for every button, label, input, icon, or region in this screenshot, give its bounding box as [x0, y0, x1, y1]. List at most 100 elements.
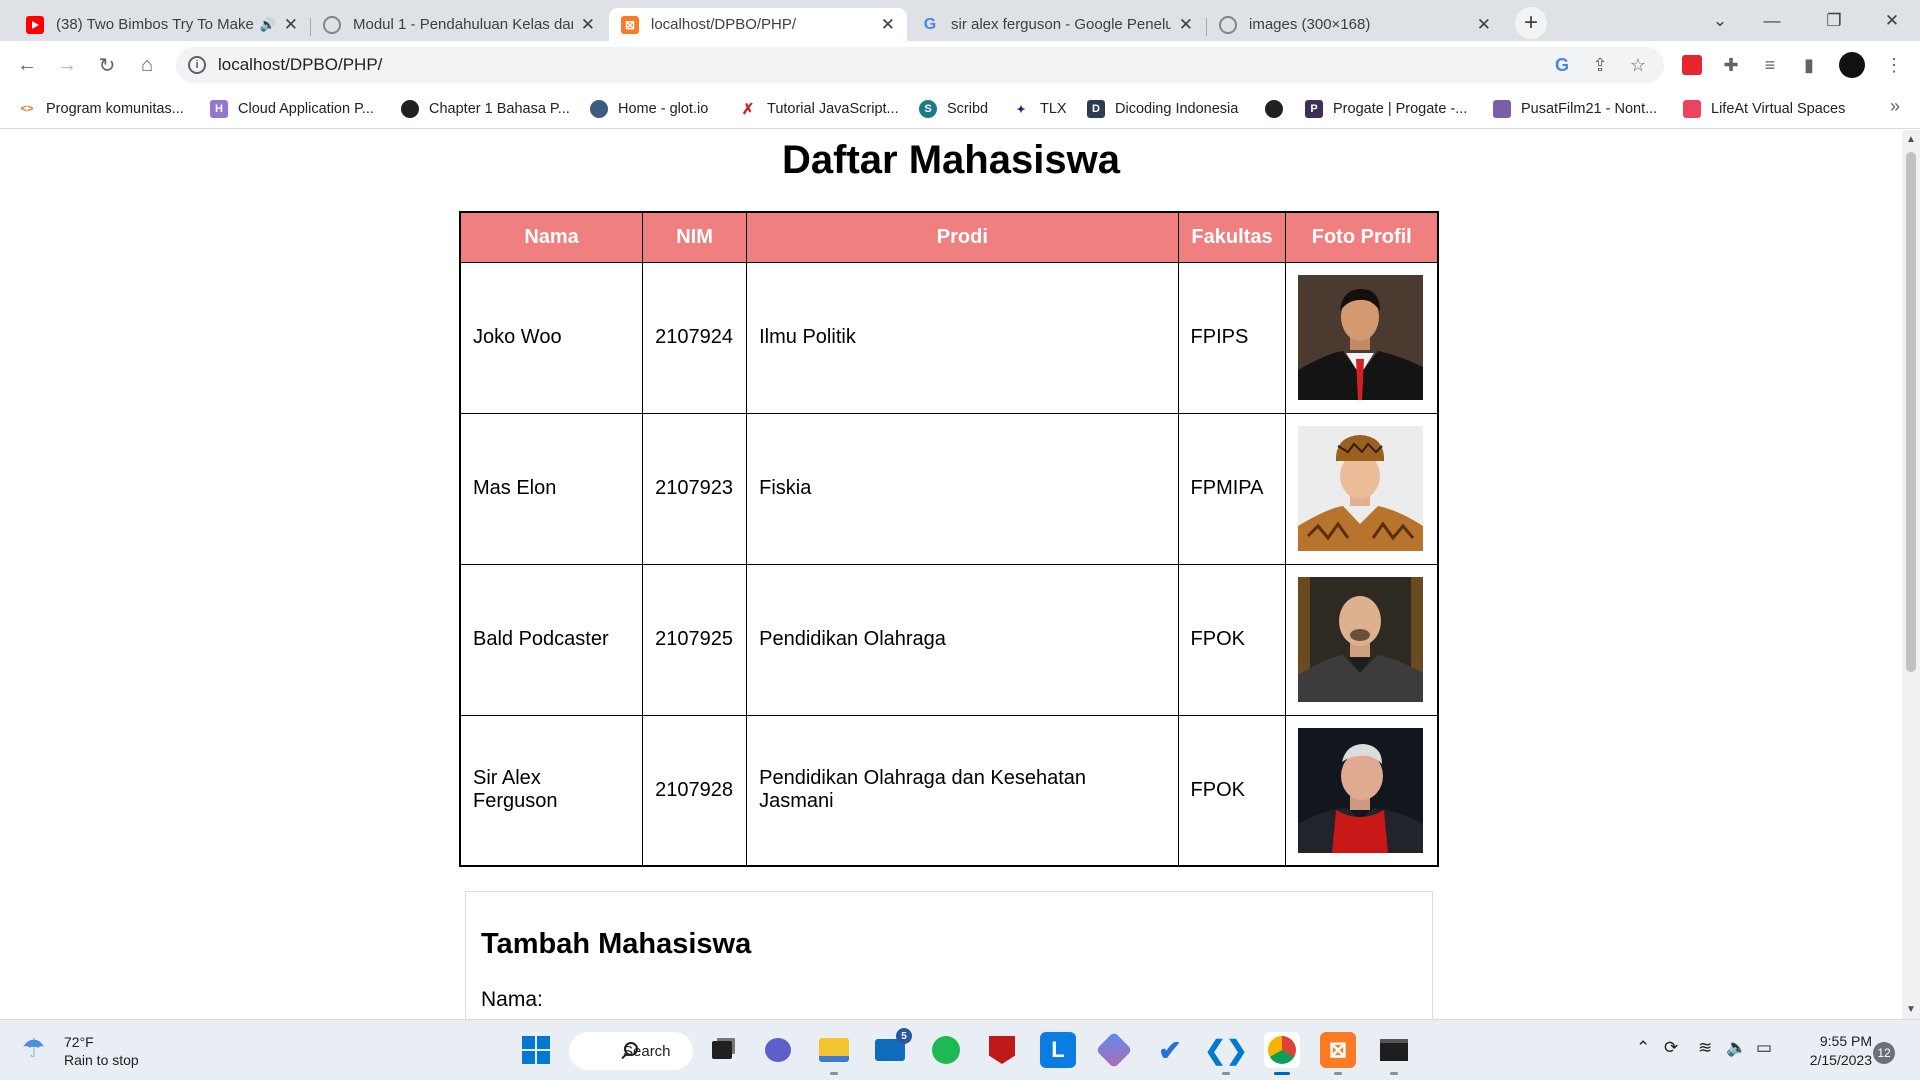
xampp-icon[interactable]: ⊠	[1320, 1032, 1356, 1068]
cell-fakultas: FPOK	[1177, 714, 1287, 867]
chrome-icon[interactable]	[1264, 1032, 1300, 1068]
cell-nim: 2107928	[642, 714, 748, 867]
terminal-icon[interactable]	[1376, 1032, 1412, 1068]
menu-kebab-icon[interactable]: ⋮	[1880, 51, 1908, 79]
google-lens-icon[interactable]: G	[1550, 53, 1574, 77]
minimize-icon[interactable]: —	[1744, 0, 1800, 41]
extensions-puzzle-icon[interactable]: ✚	[1717, 51, 1745, 79]
system-clock[interactable]: 9:55 PM 2/15/2023	[1792, 1032, 1872, 1070]
bookmark-label: Home - glot.io	[618, 101, 709, 117]
spotify-icon[interactable]	[928, 1032, 964, 1068]
mendeley-extension-icon[interactable]	[1678, 51, 1706, 79]
battery-icon[interactable]: ▭	[1756, 1038, 1772, 1058]
reload-icon[interactable]: ↻	[92, 50, 122, 80]
add-student-form: Tambah Mahasiswa Nama:	[465, 891, 1433, 1019]
tab-modul[interactable]: Modul 1 - Pendahuluan Kelas dar ✕	[311, 8, 607, 41]
close-tab-icon[interactable]: ✕	[1179, 15, 1193, 35]
mcafee-icon[interactable]	[984, 1032, 1020, 1068]
forward-arrow-icon[interactable]: →	[52, 50, 82, 80]
task-view-icon[interactable]	[704, 1032, 740, 1068]
tab-images[interactable]: images (300×168) ✕	[1207, 8, 1503, 41]
bookmark-item[interactable]: <> Program komunitas...	[18, 98, 184, 120]
tab-title: (38) Two Bimbos Try To Make	[56, 16, 254, 33]
scroll-up-arrow-icon[interactable]: ▲	[1906, 134, 1916, 145]
tab-google-search[interactable]: G sir alex ferguson - Google Penelu ✕	[909, 8, 1205, 41]
speaker-icon[interactable]: 🔊	[260, 17, 276, 33]
hackerrank-icon: H	[210, 100, 228, 118]
site-info-icon[interactable]: i	[188, 56, 206, 74]
bookmark-item[interactable]: ✗ Tutorial JavaScript...	[739, 98, 899, 120]
launcher-l-icon[interactable]: L	[1040, 1032, 1076, 1068]
close-tab-icon[interactable]: ✕	[581, 15, 595, 35]
bookmark-item[interactable]: PusatFilm21 - Nont...	[1493, 98, 1657, 120]
bookmark-label: Progate | Progate -...	[1333, 101, 1468, 117]
file-explorer-icon[interactable]	[816, 1032, 852, 1068]
scrollbar-thumb[interactable]	[1906, 152, 1916, 672]
media-controls-icon[interactable]: ≡	[1756, 51, 1784, 79]
url-text[interactable]: localhost/DPBO/PHP/	[218, 55, 382, 75]
page-scrollbar[interactable]: ▲ ▼	[1902, 130, 1920, 1019]
tab-strip: (38) Two Bimbos Try To Make 🔊 ✕ Modul 1 …	[0, 0, 1920, 41]
address-bar[interactable]: i localhost/DPBO/PHP/ G ⇪ ☆	[176, 47, 1664, 83]
bookmark-item[interactable]: Chapter 1 Bahasa P...	[401, 98, 570, 120]
bookmark-item[interactable]: D Dicoding Indonesia	[1087, 98, 1238, 120]
column-header-prodi: Prodi	[746, 211, 1179, 263]
bookmark-item[interactable]: ✦ TLX	[1012, 98, 1067, 120]
close-tab-icon[interactable]: ✕	[1477, 15, 1491, 35]
close-window-icon[interactable]: ✕	[1864, 0, 1920, 41]
globe-icon	[401, 100, 419, 118]
page-viewport: Daftar Mahasiswa Nama NIM Prodi Fakultas…	[0, 130, 1902, 1019]
share-icon[interactable]: ⇪	[1588, 53, 1612, 77]
bookmark-star-icon[interactable]: ☆	[1626, 53, 1650, 77]
sync-icon[interactable]: ⟳	[1664, 1038, 1678, 1058]
profile-photo	[1298, 727, 1424, 853]
bookmark-item[interactable]: P Progate | Progate -...	[1305, 98, 1467, 120]
volume-icon[interactable]: 🔈	[1726, 1038, 1747, 1058]
table-row: Sir Alex Ferguson 2107928 Pendidikan Ola…	[459, 714, 1439, 867]
mail-icon[interactable]: 5	[872, 1028, 912, 1068]
new-tab-button[interactable]: +	[1515, 7, 1547, 39]
students-table: Nama NIM Prodi Fakultas Foto Profil Joko…	[459, 211, 1439, 867]
bookmark-label: Cloud Application P...	[238, 101, 374, 117]
bookmark-item[interactable]: Home - glot.io	[590, 98, 708, 120]
back-arrow-icon[interactable]: ←	[12, 50, 42, 80]
bookmark-item[interactable]	[1265, 98, 1293, 120]
tab-youtube[interactable]: (38) Two Bimbos Try To Make 🔊 ✕	[14, 8, 310, 41]
clock-date: 2/15/2023	[1809, 1052, 1872, 1068]
glot-icon	[590, 100, 608, 118]
tab-search-chevron-icon[interactable]: ⌄	[1692, 0, 1748, 41]
pusatfilm-icon	[1493, 100, 1511, 118]
cell-prodi: Fiskia	[746, 412, 1179, 565]
teams-chat-icon[interactable]	[760, 1032, 796, 1068]
weather-temperature: 72°F	[64, 1034, 94, 1050]
profile-photo	[1298, 275, 1424, 400]
copilot-icon[interactable]	[1095, 1031, 1133, 1069]
tab-localhost[interactable]: ⊠ localhost/DPBO/PHP/ ✕	[609, 8, 907, 41]
bookmarks-overflow-chevron-icon[interactable]: »	[1890, 96, 1900, 117]
weather-widget[interactable]: ☂ 72°F Rain to stop	[22, 1033, 139, 1069]
close-tab-icon[interactable]: ✕	[284, 15, 298, 35]
cell-foto	[1285, 714, 1439, 867]
scroll-down-arrow-icon[interactable]: ▼	[1906, 1004, 1916, 1015]
vscode-icon[interactable]: ❮❯	[1204, 1032, 1248, 1068]
table-row: Bald Podcaster 2107925 Pendidikan Olahra…	[459, 563, 1439, 716]
bookmark-item[interactable]: H Cloud Application P...	[210, 98, 374, 120]
close-tab-icon[interactable]: ✕	[881, 15, 895, 35]
wifi-icon[interactable]: ≋	[1698, 1038, 1712, 1058]
taskbar-search[interactable]: Search	[569, 1032, 693, 1070]
restore-icon[interactable]: ❐	[1806, 0, 1862, 41]
tlx-icon: ✦	[1016, 103, 1026, 116]
bookmark-label: TLX	[1040, 101, 1067, 117]
bookmark-item[interactable]: S Scribd	[919, 98, 988, 120]
profile-avatar[interactable]	[1838, 51, 1866, 79]
notification-count-badge[interactable]: 12	[1873, 1042, 1895, 1064]
tray-overflow-chevron-icon[interactable]: ⌃	[1636, 1038, 1650, 1058]
side-panel-icon[interactable]: ▮	[1795, 51, 1823, 79]
home-icon[interactable]: ⌂	[132, 50, 162, 80]
windows-start-icon[interactable]	[518, 1032, 554, 1068]
running-indicator	[830, 1072, 838, 1075]
clock-time: 9:55 PM	[1819, 1033, 1872, 1049]
todo-check-icon[interactable]: ✔	[1152, 1032, 1188, 1068]
bookmark-item[interactable]: LifeAt Virtual Spaces	[1683, 98, 1845, 120]
cell-foto	[1285, 563, 1439, 716]
